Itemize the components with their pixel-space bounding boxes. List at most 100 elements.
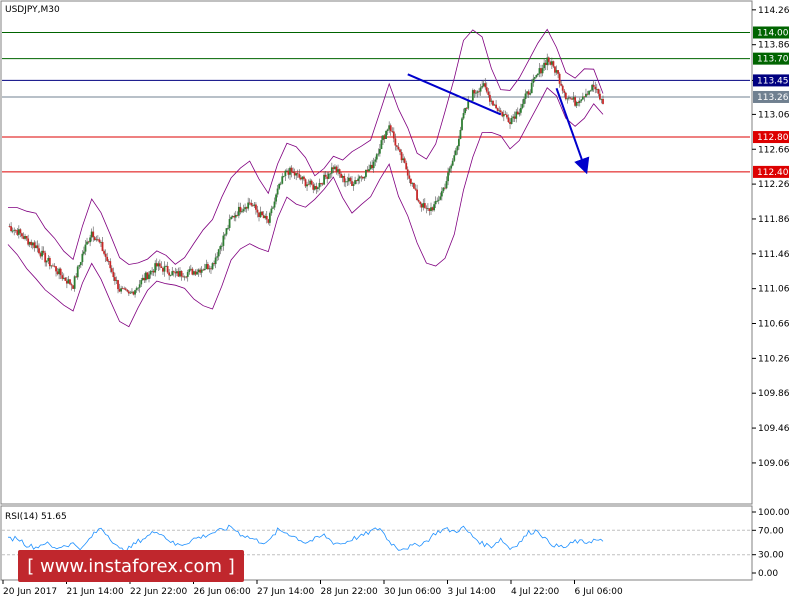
candle-body (400, 152, 403, 161)
candle-body (25, 235, 28, 239)
candle-body (397, 146, 400, 150)
candle-body (78, 265, 81, 267)
candle-body (448, 168, 451, 173)
candle-body (203, 268, 206, 271)
candle-body (301, 176, 304, 180)
candle-body (211, 263, 214, 270)
candle-body (431, 207, 434, 211)
candle-body (409, 178, 412, 184)
candle-body (162, 268, 164, 272)
candle-body (392, 131, 395, 139)
candle-body (464, 107, 466, 114)
candle-body (284, 170, 287, 176)
candle-body (419, 201, 422, 204)
candle-body (396, 145, 398, 147)
candle-body (533, 77, 536, 79)
candle-body (544, 62, 547, 66)
candle-body (535, 75, 538, 78)
candle-body (546, 57, 549, 66)
candle-body (259, 211, 262, 218)
candle-body (569, 97, 572, 99)
candle-body (295, 173, 298, 176)
candle-body (186, 272, 189, 277)
candle-body (72, 285, 74, 289)
candle-body (124, 288, 127, 290)
candle-body (123, 288, 126, 290)
candle-body (518, 112, 521, 115)
candle-body (86, 241, 88, 245)
candle-body (420, 203, 423, 208)
candle-body (191, 268, 194, 275)
candle-body (278, 183, 281, 189)
time-axis-label: 21 Jun 14:00 (67, 587, 124, 597)
candle-body (571, 98, 573, 100)
candle-body (479, 87, 482, 92)
candle-body (495, 104, 497, 109)
candle-body (453, 155, 456, 161)
candle-body (444, 187, 446, 189)
candle-body (14, 229, 17, 231)
time-axis-label: 27 Jun 14:00 (257, 587, 314, 597)
candle-body (523, 98, 525, 104)
candle-body (498, 110, 501, 112)
candle-body (383, 135, 386, 139)
candle-body (166, 266, 169, 273)
candle-body (504, 114, 507, 116)
candle-body (73, 276, 76, 289)
candle-body (406, 169, 409, 176)
candle-body (496, 108, 499, 111)
candle-body (228, 218, 231, 228)
candle-body (182, 276, 184, 278)
candle-body (10, 226, 12, 232)
price-axis-tick-label: 111.46 (758, 250, 790, 260)
candle-body (247, 202, 250, 209)
candle-body (427, 208, 429, 210)
candle-body (149, 271, 152, 275)
candle-body (307, 184, 310, 186)
time-axis-label: 28 Jun 22:00 (321, 587, 378, 597)
candle-body (516, 111, 519, 115)
candle-body (423, 203, 426, 208)
candle-body (405, 162, 408, 170)
candle-body (282, 175, 285, 177)
rsi-axis-tick-label: 100.00 (758, 508, 790, 518)
candle-body (79, 262, 82, 266)
candle-body (369, 164, 372, 170)
candle-body (298, 174, 301, 178)
price-axis-tick-label: 109.06 (758, 459, 790, 469)
price-axis-tick-label: 111.06 (758, 285, 790, 295)
level-price-label: 112.40 (757, 168, 789, 178)
candle-body (561, 85, 564, 91)
candle-body (24, 235, 26, 239)
candle-body (189, 268, 192, 270)
candle-body (19, 229, 22, 234)
candle-body (81, 253, 84, 263)
candle-body (242, 209, 245, 212)
candle-body (378, 149, 381, 154)
candle-body (205, 264, 208, 269)
candle-body (586, 93, 589, 95)
candle-body (363, 176, 366, 179)
candle-body (106, 256, 109, 262)
candle-body (417, 199, 420, 202)
candle-body (490, 100, 493, 102)
candle-body (273, 201, 276, 208)
candle-body (473, 90, 476, 94)
candle-body (8, 226, 11, 227)
candle-body (289, 167, 291, 175)
candle-body (416, 189, 418, 200)
candle-body (318, 182, 321, 188)
candle-body (67, 279, 70, 284)
price-axis-tick-label: 113.06 (758, 110, 790, 120)
chart-background (0, 0, 800, 600)
candle-body (341, 175, 344, 178)
candle-body (44, 252, 47, 263)
candle-body (168, 272, 171, 276)
time-axis-label: 3 Jul 14:00 (448, 587, 497, 597)
candle-body (163, 266, 166, 272)
candle-body (380, 140, 383, 150)
candle-body (512, 116, 515, 118)
candle-body (206, 264, 209, 270)
candle-body (126, 289, 129, 292)
candle-body (352, 184, 355, 186)
